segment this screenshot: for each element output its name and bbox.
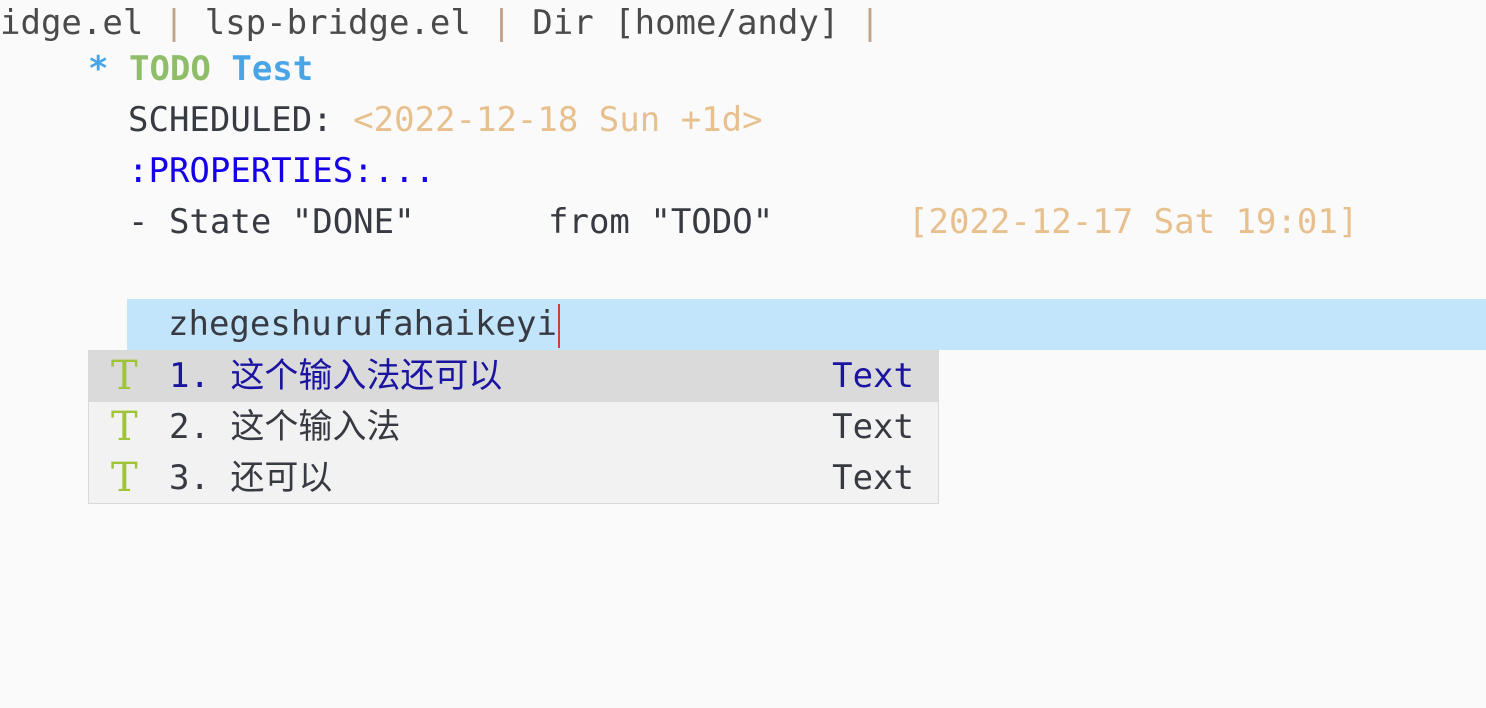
header-line: idge.el | lsp-bridge.el | Dir [home/andy… <box>0 0 880 49</box>
header-segment-dir[interactable]: Dir [home/andy] <box>512 3 860 43</box>
completion-item-kind: Text <box>832 407 914 447</box>
header-separator: | <box>491 3 512 43</box>
header-separator: | <box>163 3 185 43</box>
heading-title: Test <box>231 49 314 89</box>
state-log-line: - State "DONE" from "TODO" [2022-12-17 Sat… <box>128 197 1358 248</box>
state-from-text: from "TODO" <box>548 202 774 242</box>
todo-keyword: TODO <box>128 49 211 89</box>
text-kind-icon: T <box>111 404 138 450</box>
properties-drawer[interactable]: :PROPERTIES:... <box>128 146 435 197</box>
completion-item[interactable]: T 1. 这个输入法还可以 Text <box>89 351 938 402</box>
heading-star: * <box>88 49 109 89</box>
completion-item-label: 1. 这个输入法还可以 <box>169 356 503 396</box>
pinyin-input-text: zhegeshurufahaikeyi <box>168 304 557 344</box>
scheduled-label: SCHEDULED: <box>128 100 354 140</box>
completion-item-label: 2. 这个输入法 <box>169 407 401 447</box>
header-segment-buffer[interactable]: idge.el <box>0 3 164 43</box>
header-segment-lsp-bridge[interactable]: lsp-bridge.el <box>184 3 491 43</box>
scheduled-timestamp[interactable]: <2022-12-18 Sun +1d> <box>353 100 762 140</box>
completion-item[interactable]: T 2. 这个输入法 Text <box>89 402 938 453</box>
org-heading[interactable]: * TODO Test <box>88 44 313 95</box>
text-kind-icon: T <box>111 353 138 399</box>
state-text: - State "DONE" <box>128 202 415 242</box>
completion-item-kind: Text <box>832 458 914 498</box>
current-input-line[interactable]: zhegeshurufahaikeyi <box>127 299 1486 350</box>
completion-item-kind: Text <box>832 356 914 396</box>
state-timestamp[interactable]: [2022-12-17 Sat 19:01] <box>908 197 1358 248</box>
text-cursor <box>557 303 560 348</box>
header-separator: | <box>859 3 881 43</box>
input-line-content: zhegeshurufahaikeyi <box>168 299 560 350</box>
completion-item-label: 3. 还可以 <box>169 458 333 498</box>
completion-popup: T 1. 这个输入法还可以 Text T 2. 这个输入法 Text T 3. … <box>88 350 939 504</box>
text-kind-icon: T <box>111 455 138 501</box>
completion-item[interactable]: T 3. 还可以 Text <box>89 453 938 504</box>
scheduled-line: SCHEDULED: <2022-12-18 Sun +1d> <box>128 95 763 146</box>
